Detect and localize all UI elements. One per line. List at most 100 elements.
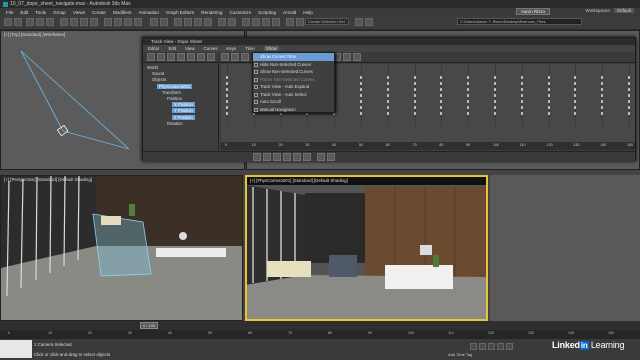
viewport-physcamera-label[interactable]: [+] [PhysCamera001] [Standard] [Default … bbox=[250, 178, 348, 183]
key-marker[interactable] bbox=[547, 106, 550, 109]
key-marker[interactable] bbox=[574, 106, 577, 109]
key-marker[interactable] bbox=[467, 100, 470, 103]
window-crossing-icon[interactable] bbox=[90, 18, 98, 26]
key-marker[interactable] bbox=[440, 94, 443, 97]
mirror-icon[interactable] bbox=[218, 18, 226, 26]
slide-keys-icon[interactable] bbox=[177, 53, 185, 61]
workspaces-selector[interactable]: Workspaces: Default bbox=[586, 8, 634, 13]
key-marker[interactable] bbox=[494, 94, 496, 97]
delete-time-icon[interactable] bbox=[231, 53, 239, 61]
key-marker[interactable] bbox=[520, 112, 523, 115]
track-bar[interactable] bbox=[0, 330, 640, 339]
snap-frames-icon[interactable] bbox=[353, 53, 361, 61]
key-marker[interactable] bbox=[360, 82, 362, 85]
lock-selection-icon[interactable] bbox=[343, 53, 351, 61]
sign-in-button[interactable]: Aaron Rizzo bbox=[516, 8, 550, 15]
project-path-field[interactable]: C:\Users\Aaron T. Rizzo\Desktop\Exercise… bbox=[457, 18, 582, 25]
key-marker[interactable] bbox=[440, 76, 443, 79]
angle-snap-icon[interactable] bbox=[184, 18, 192, 26]
key-marker[interactable] bbox=[520, 88, 523, 91]
key-marker[interactable] bbox=[226, 94, 228, 97]
tree-node[interactable]: Z Position bbox=[172, 114, 195, 120]
time-ruler[interactable]: 0 10 20 30 40 50 60 70 80 90 100 110 120 130 140 150 bbox=[221, 142, 635, 150]
selection-set-dropdown[interactable]: Create Selection Set bbox=[305, 18, 349, 25]
frame-value-extents-icon[interactable] bbox=[303, 153, 311, 161]
previous-frame-icon[interactable] bbox=[479, 343, 486, 350]
key-marker[interactable] bbox=[601, 88, 604, 91]
key-marker[interactable] bbox=[520, 106, 523, 109]
menu-scripting[interactable]: Scripting bbox=[258, 10, 276, 15]
key-marker[interactable] bbox=[226, 88, 228, 91]
key-marker[interactable] bbox=[494, 106, 496, 109]
key-marker[interactable] bbox=[628, 100, 630, 103]
key-marker[interactable] bbox=[574, 76, 577, 79]
key-marker[interactable] bbox=[467, 112, 470, 115]
key-marker[interactable] bbox=[628, 106, 630, 109]
menu-arnold[interactable]: Arnold bbox=[283, 10, 296, 15]
key-marker[interactable] bbox=[520, 94, 523, 97]
ds-menu-editor[interactable]: Editor bbox=[148, 46, 159, 51]
select-by-name-icon[interactable] bbox=[70, 18, 78, 26]
pivot-center-icon[interactable] bbox=[150, 18, 158, 26]
key-marker[interactable] bbox=[467, 76, 470, 79]
key-marker[interactable] bbox=[360, 100, 362, 103]
key-marker[interactable] bbox=[386, 88, 389, 91]
workspace-value[interactable]: Default bbox=[614, 8, 634, 13]
viewport-perspective-label[interactable]: [+] [Perspective] [Standard] [Default Sh… bbox=[4, 177, 92, 182]
menu-rendering[interactable]: Rendering bbox=[201, 10, 222, 15]
key-marker[interactable] bbox=[413, 76, 416, 79]
controller-tree[interactable]: World Sound Objects PhysCamera001 Transform P… bbox=[145, 64, 219, 150]
key-marker[interactable] bbox=[226, 82, 228, 85]
schematic-view-icon[interactable] bbox=[262, 18, 270, 26]
scale-time-icon[interactable] bbox=[207, 53, 215, 61]
key-marker[interactable] bbox=[360, 88, 362, 91]
select-manipulate-icon[interactable] bbox=[160, 18, 168, 26]
key-marker[interactable] bbox=[440, 112, 443, 115]
rotate-icon[interactable] bbox=[114, 18, 122, 26]
filter-icon[interactable] bbox=[147, 53, 155, 61]
tree-node[interactable]: Sound bbox=[152, 71, 164, 76]
key-marker[interactable] bbox=[628, 88, 630, 91]
tree-node[interactable]: Objects bbox=[152, 77, 166, 82]
menu-views[interactable]: Views bbox=[73, 10, 85, 15]
key-marker[interactable] bbox=[413, 112, 416, 115]
time-slider-handle[interactable]: 0 / 150 bbox=[140, 322, 158, 329]
key-marker[interactable] bbox=[574, 112, 577, 115]
command-panel[interactable] bbox=[490, 175, 640, 321]
frame-extents-icon[interactable] bbox=[293, 153, 301, 161]
key-marker[interactable] bbox=[628, 76, 630, 79]
rectangular-selection-icon[interactable] bbox=[80, 18, 88, 26]
key-marker[interactable] bbox=[360, 76, 362, 79]
add-remove-key-icon[interactable] bbox=[187, 53, 195, 61]
undo-icon[interactable] bbox=[4, 18, 12, 26]
ds-menu-curves[interactable]: Curves bbox=[204, 46, 218, 51]
key-marker[interactable] bbox=[601, 112, 604, 115]
key-marker[interactable] bbox=[547, 82, 550, 85]
tree-node[interactable]: Y Position bbox=[172, 108, 195, 114]
tree-node[interactable]: World bbox=[147, 65, 158, 70]
time-slider[interactable] bbox=[0, 321, 640, 330]
key-marker[interactable] bbox=[440, 82, 443, 85]
key-marker[interactable] bbox=[226, 106, 228, 109]
menu-create[interactable]: Create bbox=[92, 10, 106, 15]
show-menu-item[interactable]: Manual Navigation bbox=[253, 106, 334, 114]
ds-menu-keys[interactable]: Keys bbox=[226, 46, 236, 51]
key-marker[interactable] bbox=[440, 106, 443, 109]
key-marker[interactable] bbox=[494, 82, 496, 85]
placement-icon[interactable] bbox=[134, 18, 142, 26]
menu-graph-editors[interactable]: Graph Editors bbox=[166, 10, 194, 15]
key-marker[interactable] bbox=[413, 100, 416, 103]
select-object-icon[interactable] bbox=[60, 18, 68, 26]
key-marker[interactable] bbox=[547, 76, 550, 79]
key-marker[interactable] bbox=[467, 88, 470, 91]
ds-menu-view[interactable]: View bbox=[185, 46, 194, 51]
key-marker[interactable] bbox=[520, 100, 523, 103]
key-marker[interactable] bbox=[574, 100, 577, 103]
menu-animation[interactable]: Animation bbox=[138, 10, 158, 15]
add-time-tag[interactable]: Add Time Tag bbox=[448, 352, 472, 357]
next-frame-icon[interactable] bbox=[497, 343, 504, 350]
key-marker[interactable] bbox=[386, 100, 389, 103]
move-keys-icon[interactable] bbox=[167, 53, 175, 61]
menu-file[interactable]: File bbox=[6, 10, 13, 15]
maxscript-listener[interactable] bbox=[0, 340, 32, 358]
